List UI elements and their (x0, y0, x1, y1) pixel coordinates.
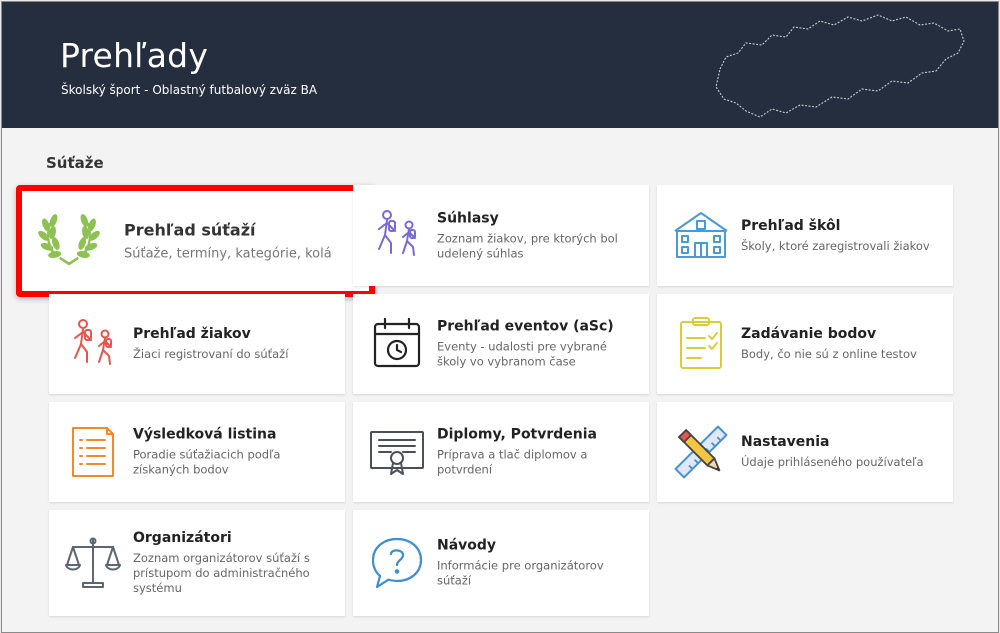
card-description: Údaje prihláseného používateľa (741, 455, 924, 469)
page-header: Prehľady Školský šport - Oblastný futbal… (2, 2, 998, 128)
card-navody[interactable]: Návody Informácie pre organizátorov súťa… (353, 510, 649, 616)
card-prehlad-sutazi[interactable]: Prehľad súťaží Súťaže, termíny, kategóri… (16, 185, 375, 297)
document-list-icon (63, 422, 123, 482)
card-title: Organizátori (133, 530, 232, 546)
section-title: Súťaže (46, 154, 104, 172)
card-organizatori[interactable]: Organizátori Zoznam organizátorov súťaží… (49, 510, 345, 616)
app-frame: Prehľady Školský šport - Oblastný futbal… (1, 1, 999, 633)
card-vysledkova-listina[interactable]: Výsledková listina Poradie súťažiacich p… (49, 402, 345, 502)
card-zadavanie-bodov[interactable]: Zadávanie bodov Body, čo nie sú z online… (657, 294, 953, 394)
page-title: Prehľady (60, 36, 209, 75)
card-description: Poradie súťažiacich podľa získaných bodo… (133, 447, 281, 477)
card-title: Nastavenia (741, 434, 830, 450)
card-title: Prehľad eventov (aSc) (437, 318, 614, 335)
card-title: Zadávanie bodov (741, 326, 877, 342)
scales-icon (63, 533, 123, 593)
card-title: Diplomy, Potvrdenia (437, 426, 598, 443)
card-title: Návody (437, 537, 497, 554)
card-description: Žiaci registrovaní do súťaží (133, 347, 289, 361)
card-description: Príprava a tlač diplomov a potvrdení (437, 447, 588, 477)
slovakia-map-icon (715, 14, 965, 118)
card-title: Prehľad škôl (741, 217, 841, 234)
school-building-icon (671, 205, 731, 265)
card-title: Prehľad súťaží (124, 220, 256, 240)
hikers-icon (367, 205, 427, 265)
card-title: Výsledková listina (133, 426, 277, 443)
card-suhlasy[interactable]: Súhlasy Zoznam žiakov, pre ktorých bol u… (353, 185, 649, 286)
card-prehlad-eventov[interactable]: Prehľad eventov (aSc) Eventy - udalosti … (353, 294, 649, 394)
card-description: Informácie pre organizátorov súťaží (437, 558, 604, 588)
laurel-wreath-icon (36, 205, 102, 271)
card-description: Súťaže, termíny, kategórie, kolá (124, 246, 332, 262)
card-title: Súhlasy (437, 210, 499, 226)
certificate-icon (367, 422, 427, 482)
card-description: Eventy - udalosti pre vybrané školy vo v… (437, 339, 607, 369)
question-bubble-icon (367, 533, 427, 593)
page-subtitle: Školský šport - Oblastný futbalový zväz … (61, 83, 318, 97)
card-description: Zoznam žiakov, pre ktorých bol udelený s… (437, 231, 618, 260)
card-nastavenia[interactable]: Nastavenia Údaje prihláseného používateľ… (657, 402, 953, 502)
calendar-clock-icon (367, 314, 427, 374)
card-diplomy-potvrdenia[interactable]: Diplomy, Potvrdenia Príprava a tlač dipl… (353, 402, 649, 502)
hikers-icon (63, 314, 123, 374)
card-description: Body, čo nie sú z online testov (741, 347, 917, 361)
card-prehlad-skol[interactable]: Prehľad škôl Školy, ktoré zaregistrovali… (657, 185, 953, 286)
ruler-pencil-icon (671, 422, 731, 482)
card-prehlad-ziakov[interactable]: Prehľad žiakov Žiaci registrovaní do súť… (49, 294, 345, 394)
checklist-clipboard-icon (671, 314, 731, 374)
card-title: Prehľad žiakov (133, 326, 251, 342)
card-description: Zoznam organizátorov súťaží s prístupom … (133, 551, 310, 595)
card-description: Školy, ktoré zaregistrovali žiakov (741, 238, 930, 253)
